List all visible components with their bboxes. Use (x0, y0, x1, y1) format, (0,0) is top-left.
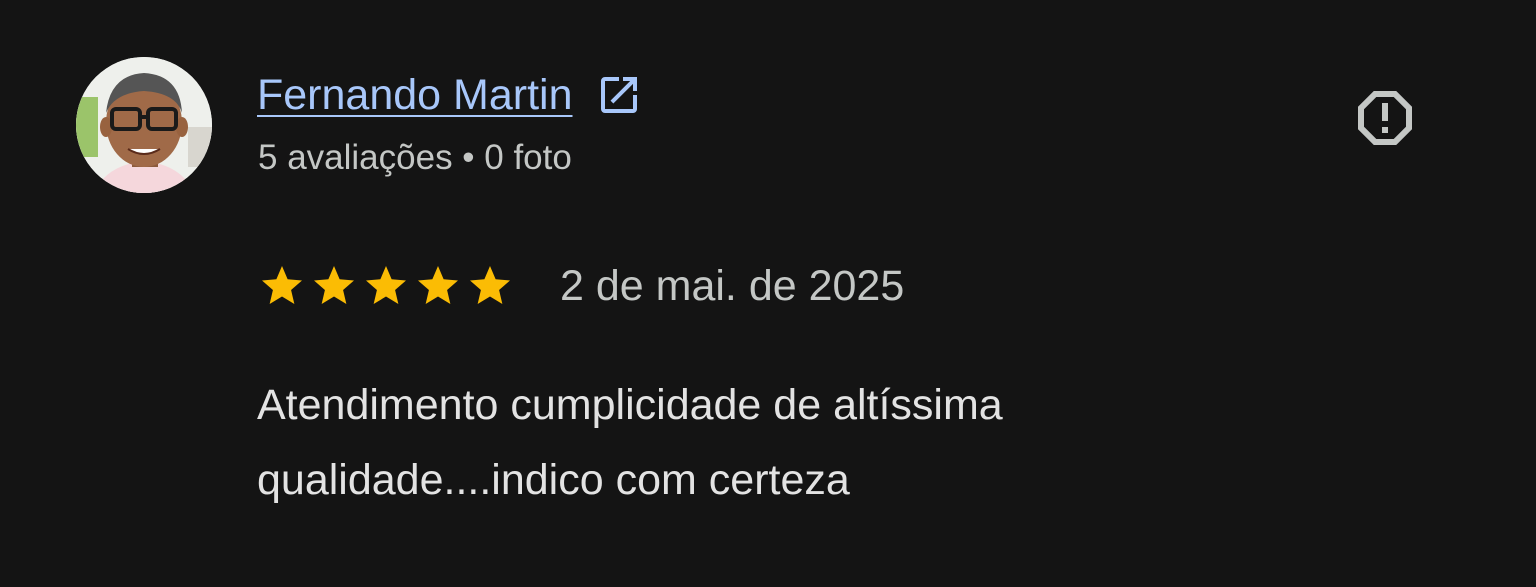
open-in-new-icon[interactable] (595, 71, 643, 119)
review-text: Atendimento cumplicidade de altíssima qu… (257, 381, 1003, 504)
author-name-link[interactable]: Fernando Martin (257, 71, 573, 120)
rating-row: 2 de mai. de 2025 (258, 258, 904, 314)
star-rating (258, 262, 518, 310)
author-meta: 5 avaliações • 0 foto (258, 138, 572, 177)
report-icon[interactable] (1349, 82, 1421, 154)
star-icon (414, 262, 462, 310)
star-icon (310, 262, 358, 310)
author-row: Fernando Martin (257, 66, 643, 124)
review-card: Fernando Martin 5 avaliações • 0 foto 2 … (0, 0, 1536, 587)
star-icon (466, 262, 514, 310)
avatar[interactable] (76, 57, 212, 193)
star-icon (258, 262, 306, 310)
review-date: 2 de mai. de 2025 (560, 261, 905, 310)
avatar-photo (76, 57, 212, 193)
star-icon (362, 262, 410, 310)
